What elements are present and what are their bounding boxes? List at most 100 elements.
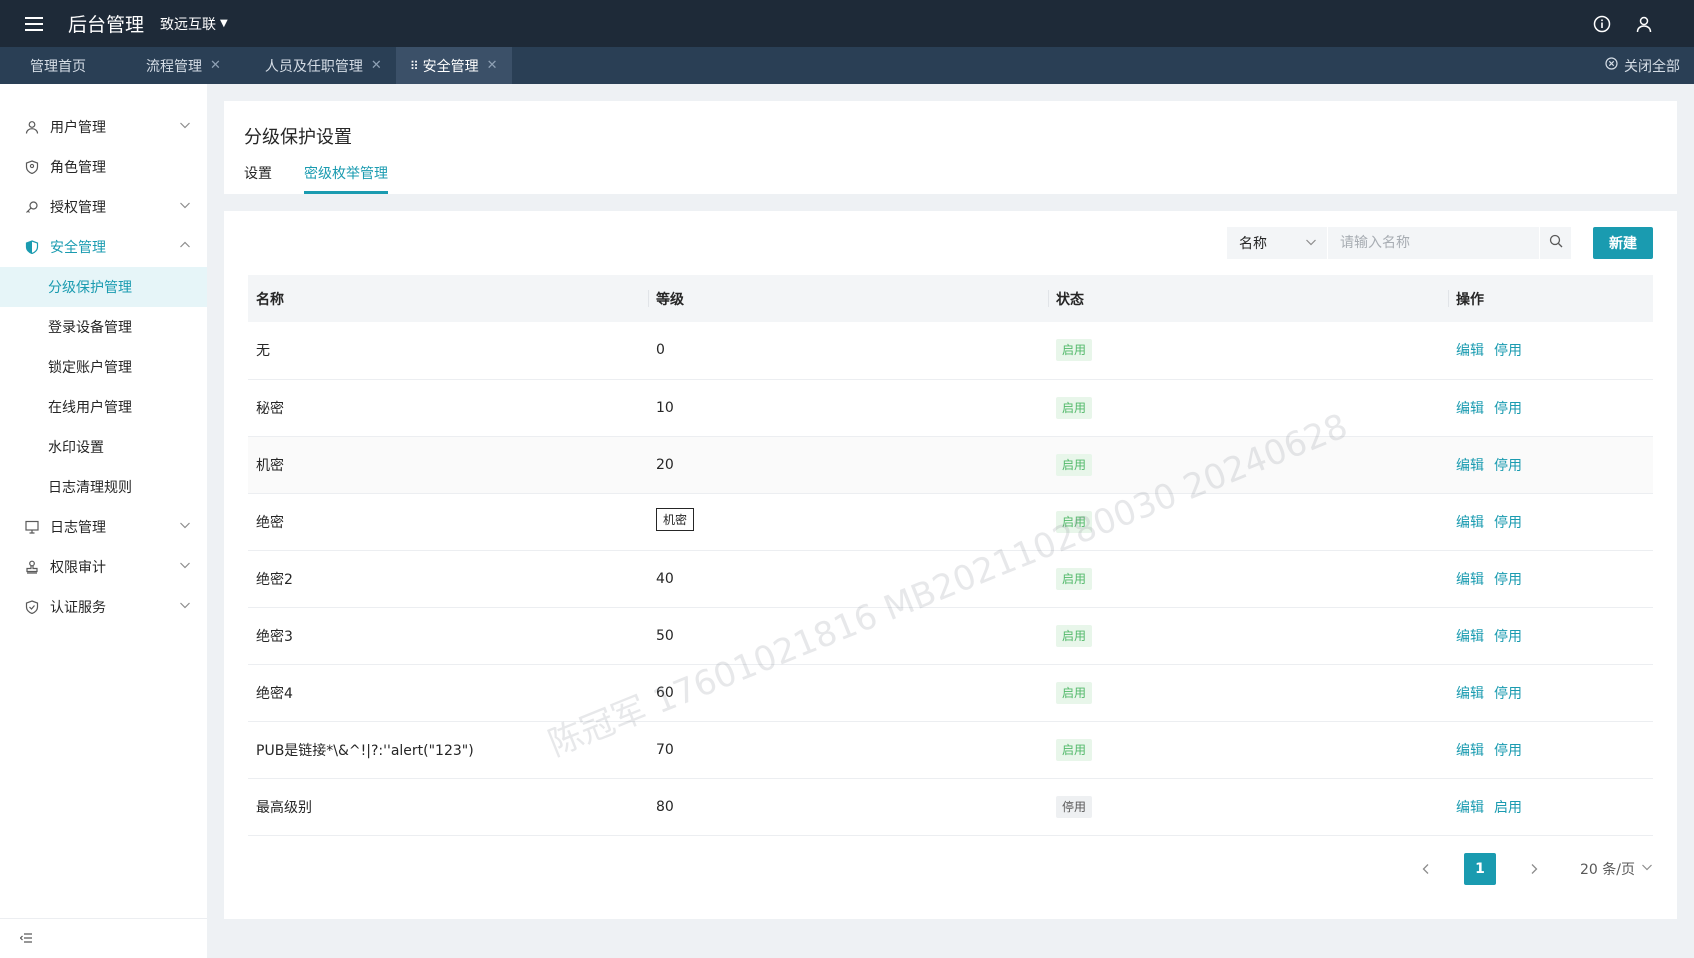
- column-header-name[interactable]: 名称: [248, 275, 648, 322]
- sidebar-item-permission-audit[interactable]: 权限审计: [0, 547, 207, 587]
- page-tab-label: 安全管理: [422, 58, 479, 75]
- tooltip: 机密: [656, 508, 695, 531]
- table-row[interactable]: 绝密3 50 启用 编辑 停用: [248, 607, 1653, 665]
- sidebar-item-authorization[interactable]: 授权管理: [0, 187, 207, 227]
- table-row[interactable]: 无 0 启用 编辑 停用: [248, 322, 1653, 380]
- table-row[interactable]: 绝密2 40 启用 编辑 停用: [248, 550, 1653, 608]
- user-icon: [24, 119, 40, 135]
- sidebar-item-auth-service[interactable]: 认证服务: [0, 587, 207, 627]
- role-icon: [24, 159, 40, 175]
- cell-level: 50: [648, 607, 1048, 665]
- tab-settings[interactable]: 设置: [244, 163, 272, 194]
- sidebar-subitem-log-cleanup[interactable]: 日志清理规则: [0, 467, 207, 507]
- toggle-status-link[interactable]: 启用: [1494, 800, 1522, 816]
- search-button[interactable]: [1539, 227, 1571, 259]
- page-number-current[interactable]: 1: [1464, 853, 1497, 885]
- edit-link[interactable]: 编辑: [1456, 686, 1484, 702]
- edit-link[interactable]: 编辑: [1456, 458, 1484, 474]
- sidebar-subitem-online-users[interactable]: 在线用户管理: [0, 387, 207, 427]
- page-tab-security[interactable]: ⠿ 安全管理 ✕: [395, 47, 512, 84]
- new-button[interactable]: 新建: [1593, 227, 1653, 259]
- column-header-status[interactable]: 状态: [1048, 275, 1448, 322]
- sidebar-subitem-login-devices[interactable]: 登录设备管理: [0, 307, 207, 347]
- cell-status: 启用: [1048, 322, 1448, 380]
- search-input[interactable]: [1327, 227, 1539, 259]
- cell-name: 最高级别: [248, 778, 648, 836]
- search-icon: [1549, 234, 1563, 252]
- cell-status: 启用: [1048, 721, 1448, 779]
- table-row[interactable]: 机密 20 启用 编辑 停用: [248, 436, 1653, 494]
- sidebar-item-security[interactable]: 安全管理: [0, 227, 207, 267]
- column-header-actions[interactable]: 操作: [1448, 275, 1653, 322]
- toggle-status-link[interactable]: 停用: [1494, 743, 1522, 759]
- close-icon[interactable]: ✕: [210, 58, 221, 73]
- sidebar-item-roles[interactable]: 角色管理: [0, 147, 207, 187]
- sidebar-subitem-locked-accounts[interactable]: 锁定账户管理: [0, 347, 207, 387]
- edit-link[interactable]: 编辑: [1456, 401, 1484, 417]
- menu-icon[interactable]: [0, 0, 68, 47]
- caret-down-icon: ▼: [220, 18, 228, 29]
- cell-status: 启用: [1048, 550, 1448, 608]
- sidebar-subitem-watermark[interactable]: 水印设置: [0, 427, 207, 467]
- sidebar-item-logs[interactable]: 日志管理: [0, 507, 207, 547]
- cell-level: 0: [648, 322, 1048, 380]
- filter-field-value: 名称: [1239, 236, 1267, 252]
- sidebar-item-label: 角色管理: [50, 160, 106, 176]
- cell-level: 20: [648, 436, 1048, 494]
- cell-level: 60: [648, 664, 1048, 722]
- table-row[interactable]: 最高级别 80 停用 编辑 启用: [248, 778, 1653, 836]
- toggle-status-link[interactable]: 停用: [1494, 343, 1522, 359]
- sidebar: 用户管理 角色管理 授权管理 安全管理 分级保护管理 登录设备管理 锁定账户管理…: [0, 84, 207, 958]
- close-icon[interactable]: ✕: [371, 58, 382, 73]
- next-page-button[interactable]: [1518, 853, 1550, 885]
- toggle-status-link[interactable]: 停用: [1494, 401, 1522, 417]
- edit-link[interactable]: 编辑: [1456, 629, 1484, 645]
- table-row[interactable]: 绝密 机密 启用 编辑 停用: [248, 493, 1653, 551]
- org-switcher[interactable]: 致远互联 ▼: [160, 14, 228, 34]
- cell-level: 80: [648, 778, 1048, 836]
- cell-name: 机密: [248, 436, 648, 494]
- sidebar-subitem-classified-protection[interactable]: 分级保护管理: [0, 267, 207, 307]
- user-icon[interactable]: [1634, 14, 1654, 34]
- cell-actions: 编辑 停用: [1448, 607, 1653, 665]
- toggle-status-link[interactable]: 停用: [1494, 515, 1522, 531]
- toggle-status-link[interactable]: 停用: [1494, 458, 1522, 474]
- column-header-label: 等级: [656, 291, 684, 308]
- sidebar-collapse-button[interactable]: [0, 918, 207, 958]
- page-tab-home[interactable]: 管理首页: [0, 47, 116, 84]
- cell-name: 秘密: [248, 379, 648, 437]
- table-row[interactable]: 秘密 10 启用 编辑 停用: [248, 379, 1653, 437]
- pagination: 1 20 条/页: [1410, 853, 1653, 885]
- table-row[interactable]: 绝密4 60 启用 编辑 停用: [248, 664, 1653, 722]
- status-badge: 启用: [1056, 567, 1093, 590]
- filter-field-select[interactable]: 名称: [1227, 227, 1327, 259]
- close-circle-icon: [1605, 57, 1618, 74]
- page-tab-workflow[interactable]: 流程管理 ✕: [116, 47, 235, 84]
- edit-link[interactable]: 编辑: [1456, 800, 1484, 816]
- page-tab-personnel[interactable]: 人员及任职管理 ✕: [235, 47, 396, 84]
- cell-status: 启用: [1048, 379, 1448, 437]
- sidebar-item-label: 安全管理: [50, 240, 106, 256]
- cell-actions: 编辑 停用: [1448, 721, 1653, 779]
- toggle-status-link[interactable]: 停用: [1494, 686, 1522, 702]
- cell-name: 绝密3: [248, 607, 648, 665]
- cell-actions: 编辑 停用: [1448, 436, 1653, 494]
- edit-link[interactable]: 编辑: [1456, 343, 1484, 359]
- edit-link[interactable]: 编辑: [1456, 572, 1484, 588]
- close-all-button[interactable]: 关闭全部: [1605, 47, 1680, 84]
- tab-classification-enum[interactable]: 密级枚举管理: [304, 163, 388, 194]
- edit-link[interactable]: 编辑: [1456, 515, 1484, 531]
- sidebar-item-users[interactable]: 用户管理: [0, 107, 207, 147]
- info-icon[interactable]: [1592, 14, 1612, 34]
- edit-link[interactable]: 编辑: [1456, 743, 1484, 759]
- page-size-select[interactable]: 20 条/页: [1580, 859, 1653, 879]
- column-header-level[interactable]: 等级: [648, 275, 1048, 322]
- table-row[interactable]: PUB是链接*\&^!|?:''alert("123") 70 启用 编辑 停用: [248, 721, 1653, 779]
- toggle-status-link[interactable]: 停用: [1494, 572, 1522, 588]
- close-icon[interactable]: ✕: [487, 58, 498, 73]
- prev-page-button[interactable]: [1410, 853, 1442, 885]
- toggle-status-link[interactable]: 停用: [1494, 629, 1522, 645]
- drag-handle-icon[interactable]: ⠿: [410, 59, 419, 73]
- cell-name: PUB是链接*\&^!|?:''alert("123"): [248, 721, 648, 779]
- content-card: 名称 新建 名称 等级 状态 操作 无 0 启用 编辑停用: [224, 211, 1677, 919]
